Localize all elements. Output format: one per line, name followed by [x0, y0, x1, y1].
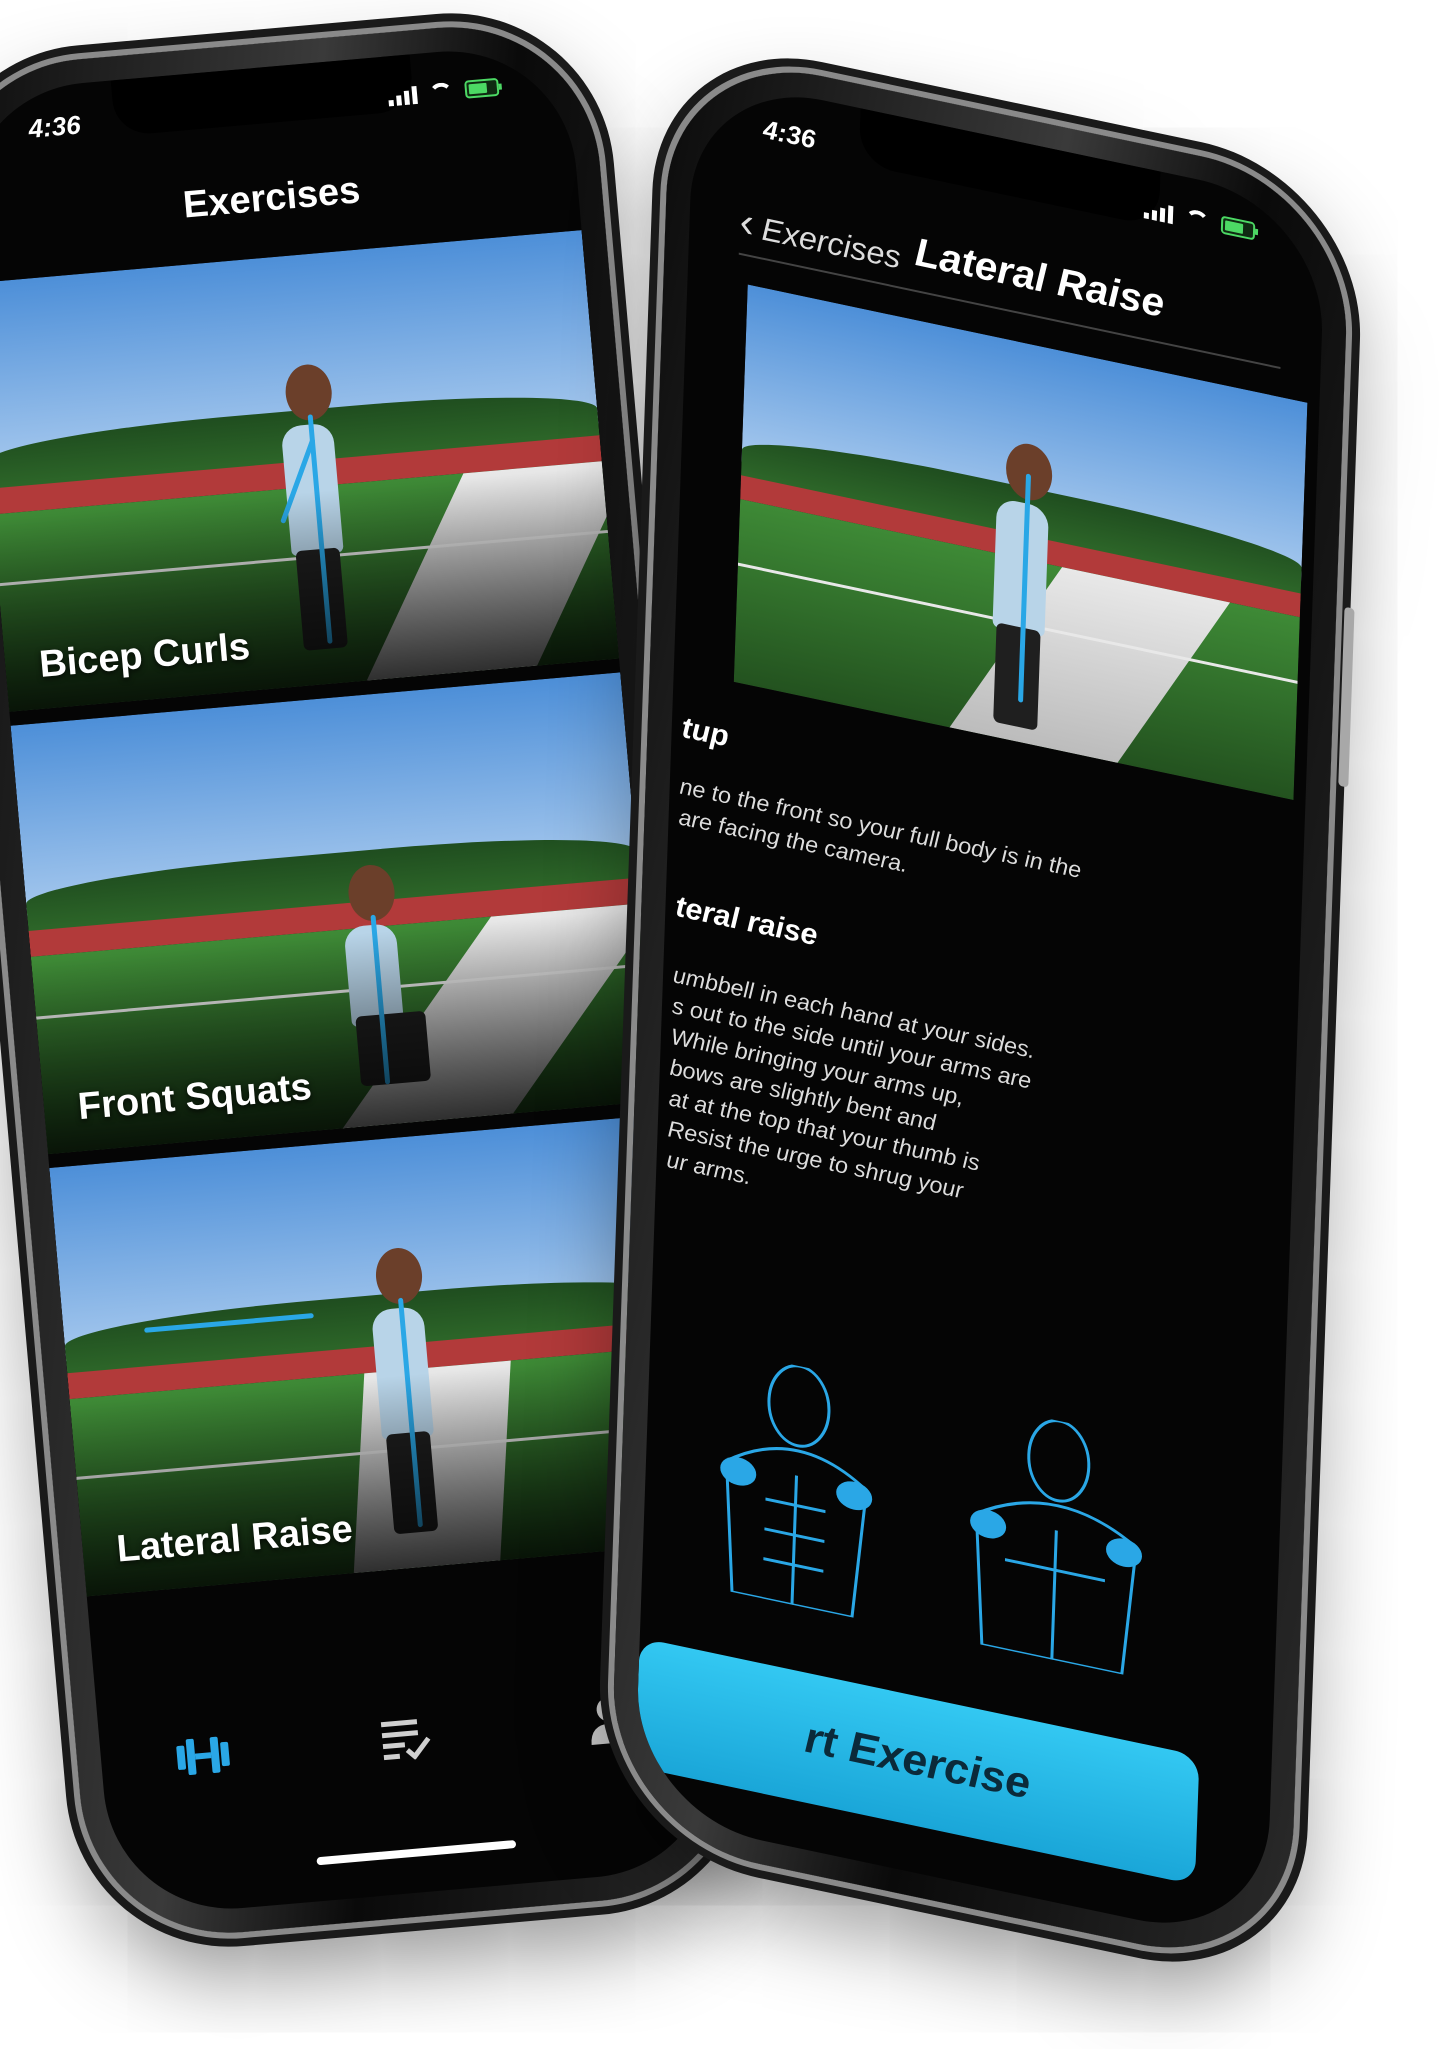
wifi-icon	[1185, 208, 1210, 231]
exercise-card-lateral-raise[interactable]: Lateral Raise	[49, 1114, 697, 1597]
side-button	[1338, 606, 1355, 788]
page-title: Exercises	[181, 169, 362, 227]
page-title: Lateral Raise	[914, 229, 1165, 327]
tab-workouts[interactable]	[363, 1695, 450, 1782]
dumbbell-icon	[176, 1736, 230, 1776]
status-time: 4:36	[762, 113, 816, 155]
muscle-diagram	[720, 1364, 1143, 1677]
exercise-list: Bicep Curls Front Squats Lateral Raise	[0, 230, 698, 1610]
battery-icon	[1220, 215, 1256, 241]
back-label: Exercises	[761, 210, 902, 276]
wifi-icon	[428, 82, 453, 102]
how-to-heading: teral raise	[674, 889, 818, 953]
signal-icon	[1143, 198, 1174, 225]
exercise-card-front-squats[interactable]: Front Squats	[10, 672, 658, 1155]
status-time: 4:36	[27, 109, 82, 144]
home-indicator	[316, 1839, 517, 1866]
exercise-detail-screen: 4:36 ‹ Exercises Lateral Raise tup ne to …	[633, 73, 1327, 1947]
battery-icon	[464, 77, 500, 99]
back-button[interactable]: ‹ Exercises	[739, 197, 901, 279]
exercise-card-bicep-curls[interactable]: Bicep Curls	[0, 230, 620, 712]
chevron-left-icon: ‹	[739, 196, 755, 247]
signal-icon	[387, 84, 418, 107]
exercise-photo	[733, 284, 1308, 801]
setup-heading: tup	[681, 710, 730, 754]
tab-exercises[interactable]	[160, 1713, 247, 1800]
checklist-icon	[380, 1719, 431, 1761]
instructions-text: umbbell in each hand at your sides. s ou…	[666, 959, 1233, 1293]
phone-right: 4:36 ‹ Exercises Lateral Raise tup ne to …	[608, 44, 1355, 1976]
